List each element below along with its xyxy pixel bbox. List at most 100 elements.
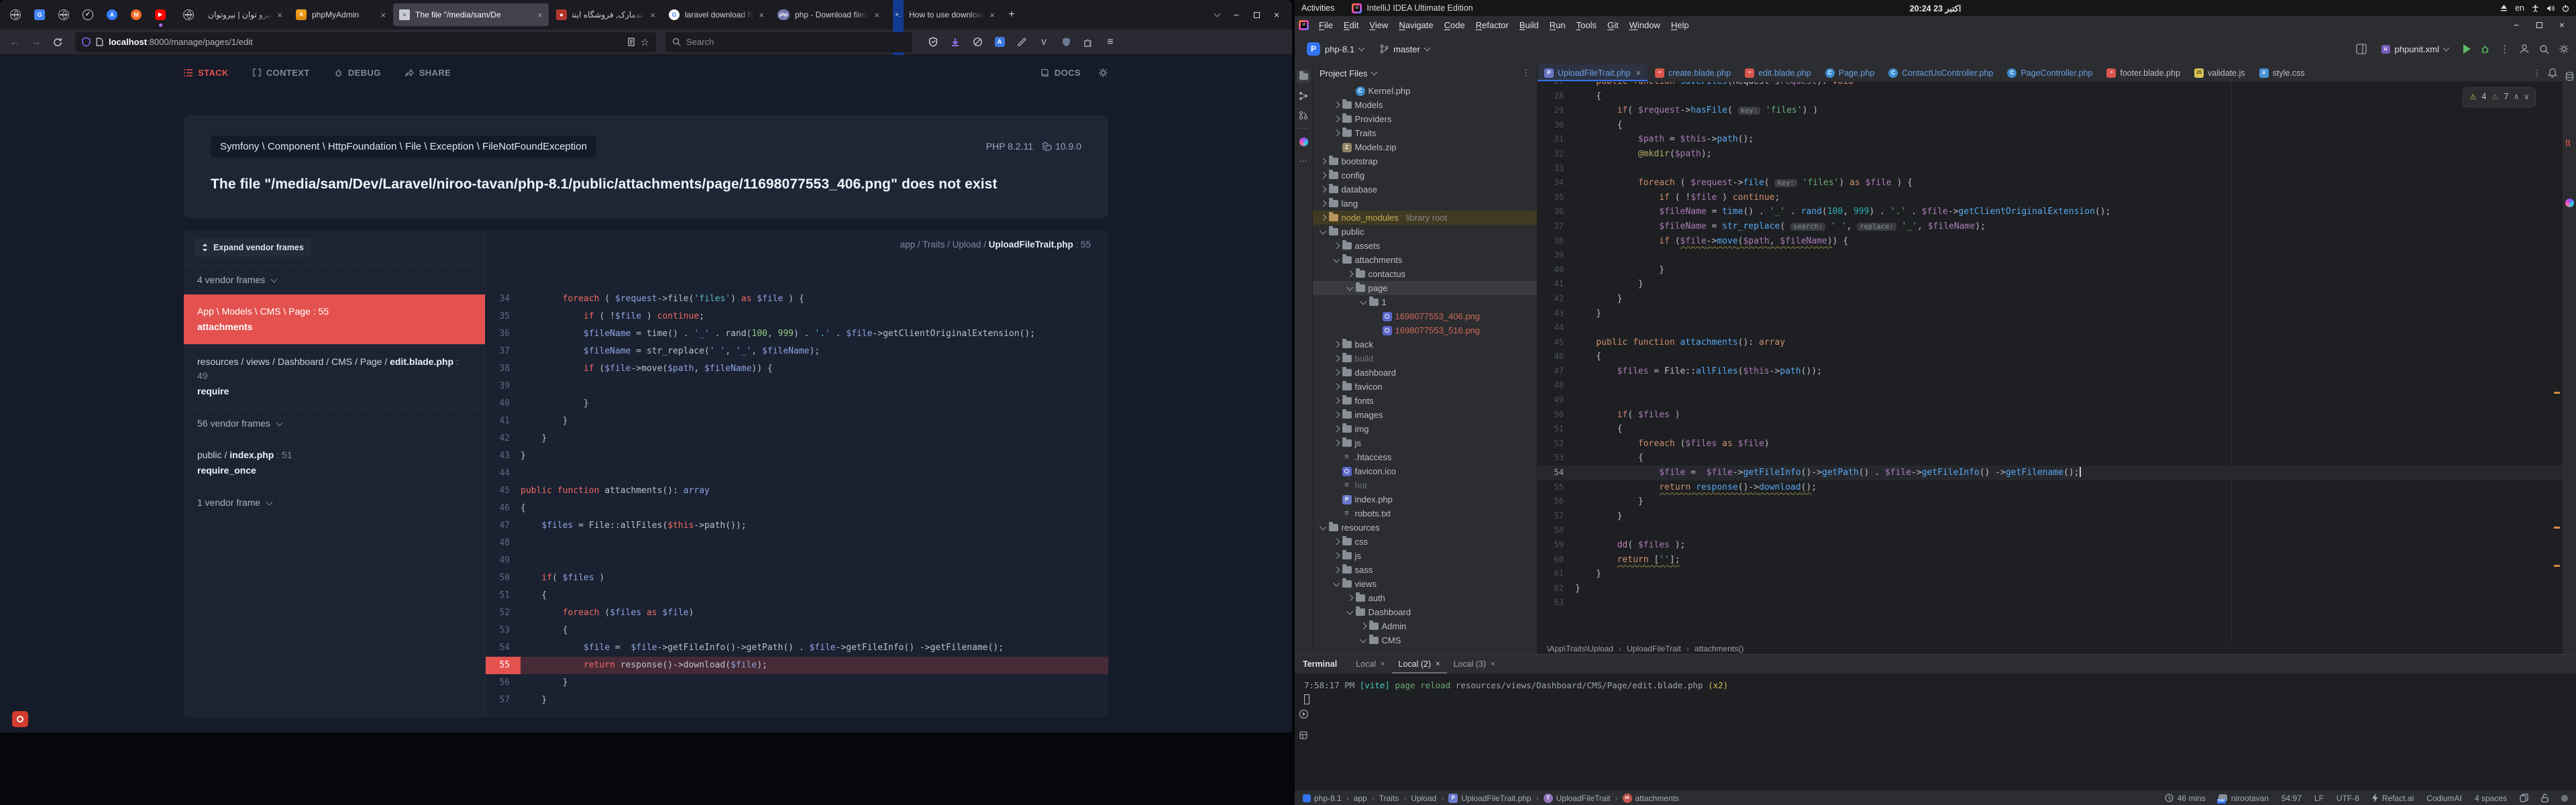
chevron-expanded-icon[interactable] bbox=[1334, 580, 1340, 586]
line-number[interactable]: 52 bbox=[1538, 437, 1575, 451]
tree-item-build[interactable]: build bbox=[1313, 352, 1537, 366]
line-number[interactable]: 33 bbox=[1538, 162, 1575, 176]
stack-frame[interactable]: App \ Models \ CMS \ Page : 55attachment… bbox=[184, 294, 485, 345]
editor-tab-edit.blade.php[interactable]: ≡edit.blade.php bbox=[1738, 64, 1819, 81]
line-number[interactable]: 45 bbox=[486, 482, 521, 500]
tree-item-node_modules[interactable]: node_moduleslibrary root bbox=[1313, 211, 1537, 225]
line-number[interactable]: 46 bbox=[1538, 350, 1575, 364]
line-number[interactable]: 28 bbox=[1538, 89, 1575, 104]
menu-view[interactable]: View bbox=[1364, 19, 1393, 32]
chevron-collapsed-icon[interactable] bbox=[1334, 539, 1340, 545]
menu-edit[interactable]: Edit bbox=[1339, 19, 1363, 32]
line-number[interactable]: 48 bbox=[1538, 378, 1575, 393]
chevron-expanded-icon[interactable] bbox=[1360, 298, 1366, 304]
line-number[interactable]: 53 bbox=[486, 622, 521, 639]
tree-item-config[interactable]: config bbox=[1313, 168, 1537, 182]
chevron-expanded-icon[interactable] bbox=[1347, 608, 1353, 614]
more-actions-icon[interactable]: ⋮ bbox=[2500, 43, 2510, 55]
status-item[interactable] bbox=[2541, 794, 2548, 802]
docs-link[interactable]: DOCS bbox=[1040, 68, 1081, 78]
tab-close-icon[interactable]: × bbox=[277, 10, 282, 20]
line-number[interactable]: 29 bbox=[1538, 103, 1575, 118]
line-number[interactable]: 61 bbox=[1538, 567, 1575, 582]
line-number[interactable]: 43 bbox=[1538, 307, 1575, 321]
line-number[interactable]: 37 bbox=[1538, 219, 1575, 234]
chevron-expanded-icon[interactable] bbox=[1360, 636, 1366, 642]
chevron-collapsed-icon[interactable] bbox=[1320, 201, 1326, 207]
line-number[interactable]: 49 bbox=[486, 552, 521, 570]
line-number[interactable]: 32 bbox=[1538, 147, 1575, 162]
chevron-collapsed-icon[interactable] bbox=[1320, 186, 1326, 193]
line-number[interactable]: 51 bbox=[1538, 422, 1575, 437]
editor-tab-ContactUsController.php[interactable]: CContactUsController.php bbox=[1882, 64, 2000, 81]
search-bar[interactable]: Search bbox=[665, 32, 912, 52]
chevron-expanded-icon[interactable] bbox=[1320, 523, 1326, 529]
tab-close-icon[interactable]: × bbox=[1491, 660, 1495, 668]
line-number[interactable]: 39 bbox=[1538, 248, 1575, 263]
status-item-54-97[interactable]: 54:97 bbox=[2282, 794, 2302, 803]
tab-close-icon[interactable]: × bbox=[537, 10, 543, 20]
breadcrumb-item[interactable]: UploadFileTrait bbox=[1627, 644, 1681, 653]
chevron-collapsed-icon[interactable] bbox=[1334, 398, 1340, 404]
notifications-bell-icon[interactable] bbox=[2548, 68, 2557, 78]
run-button[interactable] bbox=[2463, 44, 2471, 54]
tree-item-.htaccess[interactable]: ≡.htaccess bbox=[1313, 450, 1537, 464]
tree-item-Kernel.php[interactable]: CKernel.php bbox=[1313, 84, 1537, 98]
line-number[interactable]: 42 bbox=[486, 430, 521, 447]
terminal-tab[interactable]: Local (3)× bbox=[1447, 655, 1502, 674]
line-number[interactable]: 34 bbox=[486, 290, 521, 308]
desktop-app-icon[interactable] bbox=[12, 711, 28, 727]
line-number[interactable]: 59 bbox=[1538, 538, 1575, 553]
tab-close-icon[interactable]: × bbox=[874, 10, 879, 20]
vendor-frames-toggle[interactable]: 4 vendor frames bbox=[184, 266, 485, 294]
pinned-tab-globe[interactable] bbox=[5, 4, 25, 25]
structure-tool-icon[interactable] bbox=[1297, 89, 1310, 103]
vcs-branch-selector[interactable]: master bbox=[1375, 41, 1435, 58]
restore-button[interactable] bbox=[1246, 5, 1267, 24]
clock[interactable]: 20:24 اکتبر 23 bbox=[1910, 3, 1962, 13]
ai-assistant-icon[interactable] bbox=[2563, 196, 2576, 209]
activities-button[interactable]: Activities bbox=[1301, 3, 1334, 13]
status-item-lf[interactable]: LF bbox=[2314, 794, 2324, 803]
editor-options-icon[interactable]: ⋮ bbox=[2533, 68, 2542, 78]
browser-tab[interactable]: AphpMyAdmin× bbox=[290, 3, 392, 26]
browser-tab[interactable]: نیرو توان | نیروتوان× bbox=[177, 3, 288, 26]
tree-item-hot[interactable]: ≡hot bbox=[1313, 478, 1537, 492]
pinned-tab-youtube[interactable]: ▶ bbox=[150, 4, 170, 25]
line-number[interactable]: 30 bbox=[1538, 118, 1575, 133]
editor-tab-footer.blade.php[interactable]: ≡footer.blade.php bbox=[2100, 64, 2188, 81]
chevron-collapsed-icon[interactable] bbox=[1334, 370, 1340, 376]
line-number[interactable]: 31 bbox=[1538, 132, 1575, 147]
tab-close-icon[interactable]: × bbox=[1436, 660, 1440, 668]
tree-item-Admin[interactable]: Admin bbox=[1313, 619, 1537, 633]
menu-tools[interactable]: Tools bbox=[1572, 19, 1601, 32]
status-breadcrumb-item[interactable]: app bbox=[1354, 794, 1367, 803]
terminal-tab[interactable]: Local (2)× bbox=[1392, 655, 1447, 674]
chevron-collapsed-icon[interactable] bbox=[1334, 440, 1340, 446]
tree-item-Providers[interactable]: Providers bbox=[1313, 112, 1537, 126]
ide-restore-button[interactable] bbox=[2529, 15, 2549, 34]
system-tray[interactable]: en bbox=[2500, 3, 2569, 13]
line-number[interactable]: 45 bbox=[1538, 335, 1575, 350]
line-number[interactable]: 47 bbox=[1538, 364, 1575, 379]
tab-close-icon[interactable]: × bbox=[1381, 660, 1385, 668]
chevron-collapsed-icon[interactable] bbox=[1320, 172, 1326, 178]
debug-button[interactable] bbox=[2480, 44, 2490, 54]
line-number[interactable]: 60 bbox=[1538, 553, 1575, 568]
tree-item-1698077553_516.png[interactable]: 1698077553_516.png bbox=[1313, 323, 1537, 337]
tab-stack[interactable]: STACK bbox=[184, 68, 229, 78]
run-configuration-selector[interactable]: u phpunit.xml bbox=[2376, 41, 2454, 58]
line-number[interactable]: 56 bbox=[1538, 494, 1575, 509]
focused-app[interactable]: IJ IntelliJ IDEA Ultimate Edition bbox=[1352, 3, 1472, 13]
vimium-extension-icon[interactable]: V bbox=[1035, 34, 1053, 51]
chevron-expanded-icon[interactable] bbox=[1347, 284, 1353, 290]
chevron-collapsed-icon[interactable] bbox=[1347, 271, 1353, 277]
menu-build[interactable]: Build bbox=[1515, 19, 1544, 32]
list-all-tabs-button[interactable] bbox=[1208, 5, 1226, 24]
chevron-expanded-icon[interactable] bbox=[1320, 227, 1326, 233]
line-number[interactable]: 34 bbox=[1538, 176, 1575, 191]
ide-minimize-button[interactable]: − bbox=[2506, 15, 2526, 34]
pinned-tab-translate[interactable]: G bbox=[30, 4, 50, 25]
vendor-frames-toggle[interactable]: 1 vendor frame bbox=[184, 488, 485, 517]
tree-item-robots.txt[interactable]: ≡robots.txt bbox=[1313, 506, 1537, 521]
